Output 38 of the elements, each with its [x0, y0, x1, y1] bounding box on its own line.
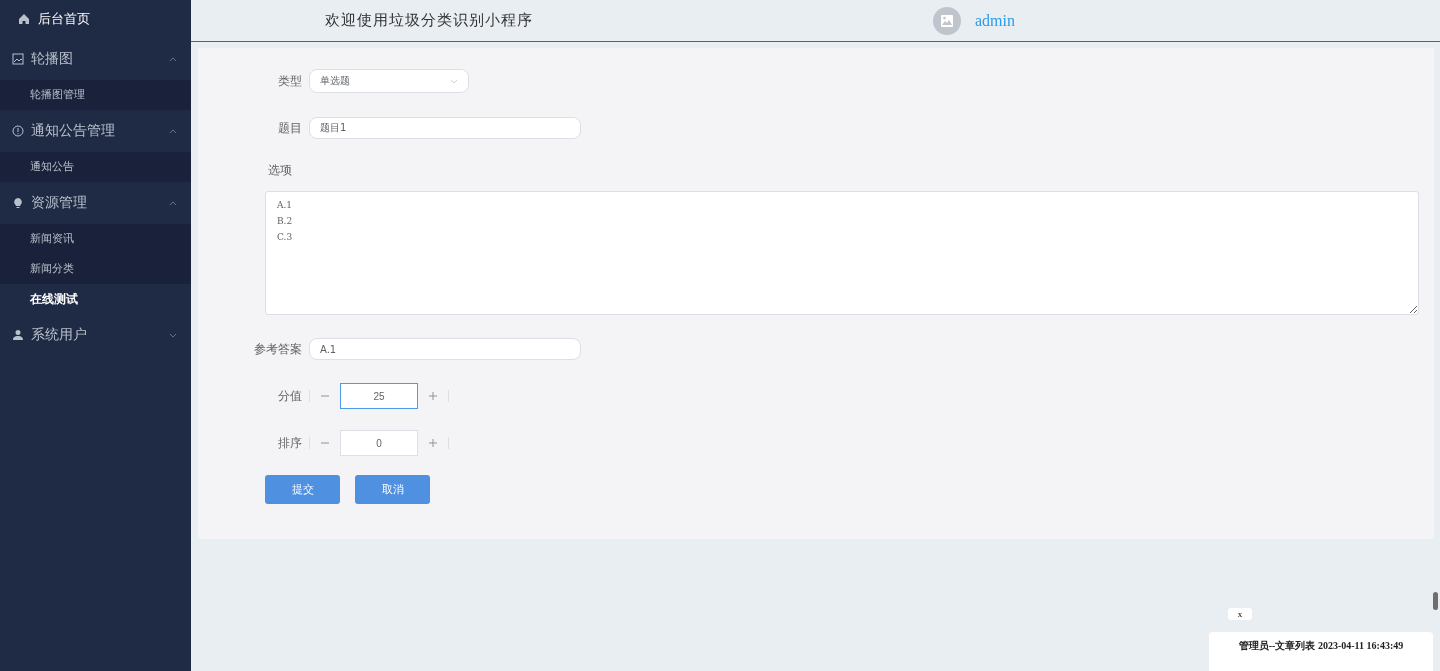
number-input[interactable]: 0 — [340, 430, 418, 456]
sidebar-group[interactable]: 轮播图 — [0, 38, 191, 80]
group-label: 系统用户 — [31, 326, 88, 344]
info-icon — [12, 125, 24, 137]
input-field[interactable]: 题目1 — [309, 117, 581, 139]
field-label: 类型 — [277, 72, 302, 90]
avatar-icon — [933, 6, 961, 35]
sidebar-group[interactable]: 通知公告管理 — [0, 110, 191, 152]
plus-icon — [428, 391, 438, 401]
close-button[interactable]: x — [1228, 608, 1252, 620]
input-field[interactable]: A.1 — [309, 338, 581, 360]
chevron-down-icon — [450, 78, 458, 84]
group-label: 资源管理 — [31, 194, 88, 212]
image-icon — [12, 53, 24, 65]
field-label: 参考答案 — [253, 340, 302, 358]
number-input[interactable]: 25 — [340, 383, 418, 409]
bulb-icon — [12, 197, 24, 209]
sidebar-group[interactable]: 资源管理 — [0, 182, 191, 224]
sidebar-item[interactable]: 轮播图管理 — [0, 80, 191, 110]
home-menu-item[interactable]: 后台首页 — [0, 0, 191, 38]
sidebar-item[interactable]: 通知公告 — [0, 152, 191, 182]
user-icon — [12, 329, 24, 341]
field-label: 排序 — [277, 434, 302, 452]
log-entry: 管理员--文章列表 2023-04-11 16:43:49 — [1237, 639, 1405, 653]
field-label: 选项 — [268, 162, 293, 179]
options-textarea[interactable]: A.1 B.2 C.3 — [265, 191, 1419, 315]
sidebar-item[interactable]: 新闻分类 — [0, 254, 191, 284]
type-select[interactable]: 单选题 — [309, 69, 469, 93]
field-label: 题目 — [277, 119, 302, 137]
sidebar-item[interactable]: 新闻资讯 — [0, 224, 191, 254]
group-label: 轮播图 — [31, 50, 74, 68]
welcome-title: 欢迎使用垃圾分类识别小程序 — [325, 11, 533, 30]
scrollbar-thumb[interactable] — [1433, 592, 1438, 610]
plus-icon — [428, 438, 438, 448]
field-label: 分值 — [277, 387, 302, 405]
sidebar-group[interactable]: 系统用户 — [0, 314, 191, 356]
home-icon — [18, 13, 30, 25]
group-label: 通知公告管理 — [31, 122, 116, 140]
